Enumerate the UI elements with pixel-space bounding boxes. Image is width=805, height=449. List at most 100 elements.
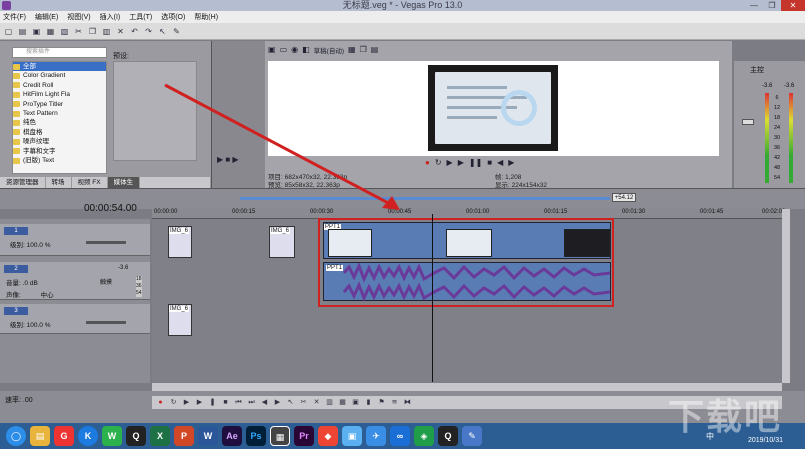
close-button[interactable]: ✕ [781, 0, 805, 11]
app-circles-icon[interactable]: ∞ [390, 426, 410, 446]
ripple-icon[interactable]: ≋ [390, 398, 399, 407]
clip-img-3[interactable]: IMG_6 [168, 304, 192, 336]
excel-icon[interactable]: X [150, 426, 170, 446]
menu-tools[interactable]: 工具(T) [129, 12, 152, 22]
menu-help[interactable]: 帮助(H) [194, 12, 218, 22]
vegas-taskbar-icon[interactable]: ▦ [270, 426, 290, 446]
prev-frame-icon[interactable]: ◀ [260, 398, 269, 407]
tab-explorer[interactable]: 资源管理器 [0, 177, 46, 188]
tree-item[interactable]: 全部 [13, 62, 106, 72]
envelope-tool-icon[interactable]: ✎ [171, 26, 182, 37]
play-icon[interactable]: ▶ [195, 398, 204, 407]
stop-icon[interactable]: ■ [221, 398, 230, 407]
app-k-icon[interactable]: K [78, 426, 98, 446]
redo-icon[interactable]: ↷ [143, 26, 154, 37]
file-explorer-icon[interactable]: ▤ [30, 426, 50, 446]
edit-tool-icon[interactable]: ↖ [157, 26, 168, 37]
automation-mode[interactable]: 触摸 [100, 277, 112, 286]
properties-icon[interactable]: ▦ [45, 26, 56, 37]
next-frame-icon[interactable]: ▶ [508, 158, 514, 167]
search-input[interactable]: 搜索插件 [12, 47, 107, 58]
app-green-icon[interactable]: ◈ [414, 426, 434, 446]
record-icon[interactable]: ● [156, 398, 165, 407]
vertical-scrollbar[interactable] [782, 209, 790, 383]
app-chat-icon[interactable]: ▣ [342, 426, 362, 446]
split-icon[interactable]: ✕ [312, 398, 321, 407]
copy-icon[interactable]: ❐ [87, 26, 98, 37]
menu-insert[interactable]: 插入(I) [100, 12, 121, 22]
undo-icon[interactable]: ↶ [129, 26, 140, 37]
snap-icon[interactable]: ⚑ [377, 398, 386, 407]
copy-snapshot-icon[interactable]: ❐ [360, 45, 367, 55]
cut-icon[interactable]: ✂ [73, 26, 84, 37]
tree-item[interactable]: 字幕和文字 [13, 147, 106, 156]
maximize-button[interactable]: ❐ [763, 0, 781, 11]
app-triangle-icon[interactable]: ◆ [318, 426, 338, 446]
minimize-button[interactable]: — [745, 0, 763, 11]
premiere-icon[interactable]: Pr [294, 426, 314, 446]
pause-icon[interactable]: ❚ [208, 398, 217, 407]
save-icon[interactable]: ▣ [31, 26, 42, 37]
prev-frame-icon[interactable]: ◀ [497, 158, 503, 167]
next-frame-icon[interactable]: ▶ [273, 398, 282, 407]
trim-start-icon[interactable]: ▥ [325, 398, 334, 407]
qq-icon[interactable]: Q [126, 426, 146, 446]
tree-item[interactable]: Color Gradient [13, 71, 106, 80]
split-screen-icon[interactable]: ◧ [302, 45, 310, 55]
clip-img-2[interactable]: IMG_6 [269, 226, 295, 258]
loop-icon[interactable]: ↻ [435, 158, 442, 167]
quality-dropdown[interactable]: 草稿(自动) [314, 45, 344, 55]
tree-item[interactable]: 纯色 [13, 118, 106, 127]
tree-item[interactable]: ProType Titler [13, 100, 106, 109]
wechat-icon[interactable]: W [102, 426, 122, 446]
paste-icon[interactable]: ▥ [101, 26, 112, 37]
tab-video-fx[interactable]: 视频 FX [72, 177, 108, 188]
clip-img-1[interactable]: IMG_6 [168, 226, 192, 258]
delete-icon[interactable]: ✕ [115, 26, 126, 37]
play-icon[interactable]: ▶ [458, 158, 464, 167]
menu-file[interactable]: 文件(F) [3, 12, 26, 22]
play-from-start-icon[interactable]: ▶ [447, 158, 453, 167]
properties-icon[interactable]: ▣ [268, 45, 276, 55]
save-snapshot-icon[interactable]: ▤ [371, 45, 379, 55]
menu-edit[interactable]: 编辑(E) [35, 12, 58, 22]
tree-item[interactable]: Credit Roll [13, 81, 106, 90]
autocrossfade-icon[interactable]: ⧓ [403, 398, 412, 407]
start-icon[interactable]: ◯ [6, 426, 26, 446]
photoshop-icon[interactable]: Ps [246, 426, 266, 446]
word-icon[interactable]: W [198, 426, 218, 446]
level-slider[interactable] [86, 241, 126, 244]
tree-item[interactable]: HitFilm Light Fla [13, 90, 106, 99]
tree-item[interactable]: 棋盘格 [13, 128, 106, 137]
record-icon[interactable]: ● [425, 158, 430, 167]
pause-icon[interactable]: ❚❚ [469, 158, 482, 167]
powerpoint-icon[interactable]: P [174, 426, 194, 446]
after-effects-icon[interactable]: Ae [222, 426, 242, 446]
playhead-cursor[interactable] [432, 214, 433, 382]
overlay-icon[interactable]: ▦ [348, 45, 356, 55]
play-from-start-icon[interactable]: ▶ [182, 398, 191, 407]
marker-icon[interactable]: ▮ [364, 398, 373, 407]
tab-transitions[interactable]: 转场 [46, 177, 72, 188]
tab-media-generators[interactable]: 媒体生 [107, 177, 141, 188]
tree-item[interactable]: Text Pattern [13, 109, 106, 118]
qq-2-icon[interactable]: Q [438, 426, 458, 446]
go-end-icon[interactable]: ⏭ [247, 398, 256, 407]
level-slider[interactable] [86, 321, 126, 324]
loop-icon[interactable]: ↻ [169, 398, 178, 407]
menu-view[interactable]: 视图(V) [67, 12, 90, 22]
go-start-icon[interactable]: ⏮ [234, 398, 243, 407]
new-icon[interactable]: ▢ [3, 26, 14, 37]
tree-item[interactable]: 噪声纹理 [13, 137, 106, 146]
app-bird-icon[interactable]: ✈ [366, 426, 386, 446]
open-icon[interactable]: ▤ [17, 26, 28, 37]
stop-icon[interactable]: ■ [487, 158, 492, 167]
trim-end-icon[interactable]: ▦ [338, 398, 347, 407]
render-icon[interactable]: ▧ [59, 26, 70, 37]
app-red-icon[interactable]: G [54, 426, 74, 446]
lock-icon[interactable]: ▣ [351, 398, 360, 407]
edit-tool-icon[interactable]: ↖ [286, 398, 295, 407]
master-fader[interactable] [742, 119, 754, 125]
menu-options[interactable]: 选项(O) [161, 12, 185, 22]
cut-icon[interactable]: ✂ [299, 398, 308, 407]
